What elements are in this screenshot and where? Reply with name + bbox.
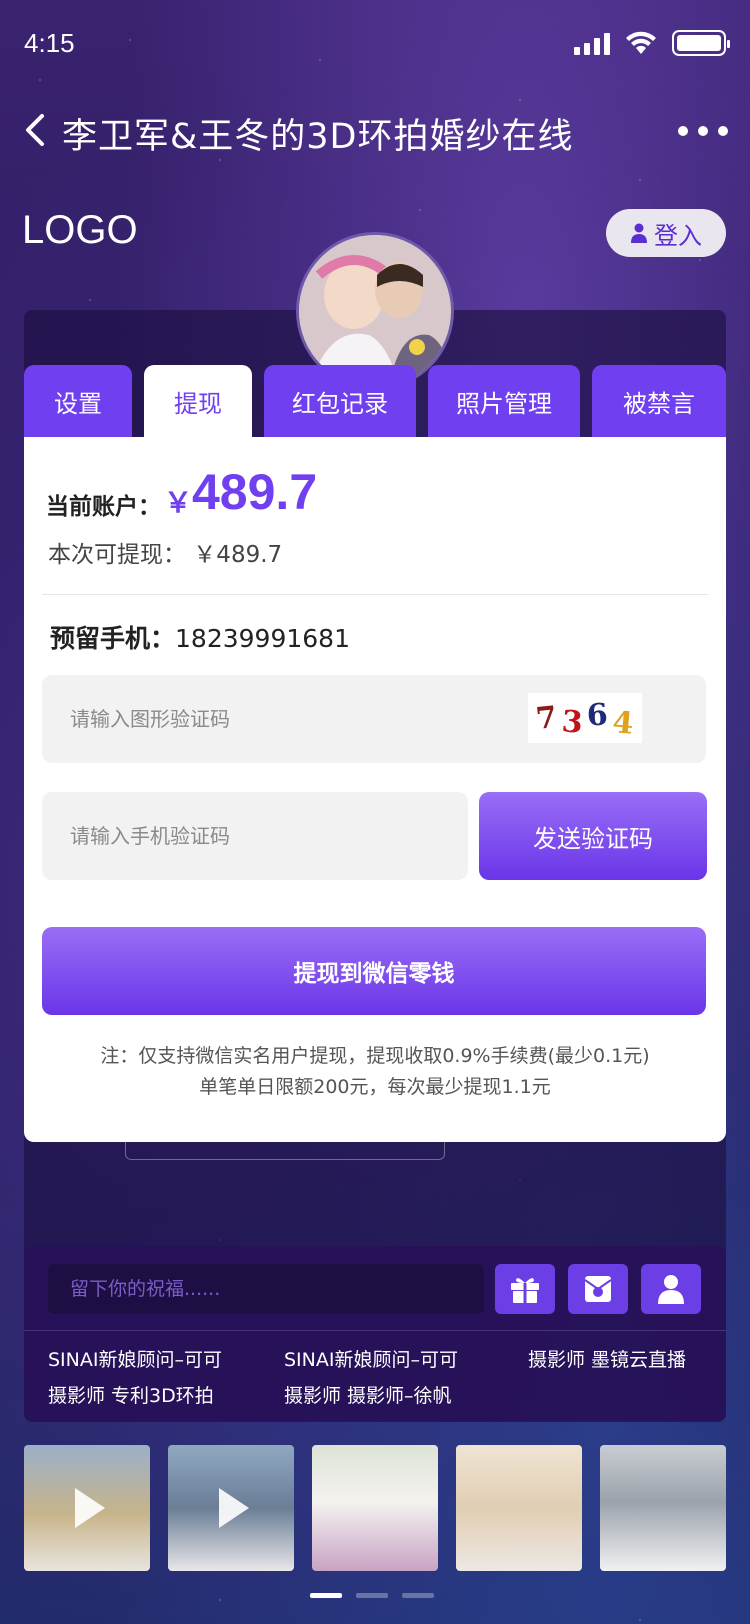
gift-button[interactable] <box>495 1264 555 1314</box>
photo-thumbnail[interactable] <box>600 1445 726 1571</box>
wish-input[interactable] <box>48 1264 484 1314</box>
more-options-icon[interactable] <box>678 126 728 136</box>
comment-area: SINAI新娘顾问–可可 SINAI新娘顾问–可可 摄影师 墨镜云直播 摄影师 … <box>24 1246 726 1421</box>
send-code-button[interactable]: 发送验证码 <box>479 792 707 880</box>
tab-bar: 设置 提现 红包记录 照片管理 被禁言 <box>24 365 726 437</box>
gift-icon <box>511 1278 539 1303</box>
login-button[interactable]: 登入 <box>606 209 726 257</box>
wifi-icon <box>626 31 656 54</box>
photo-strip <box>24 1445 726 1571</box>
withdraw-to-wechat-button[interactable]: 提现到微信零钱 <box>42 927 706 1015</box>
captcha-digit: 7 <box>534 699 559 737</box>
limit-note: 单笔单日限额200元，每次最少提现1.1元 <box>199 1076 551 1098</box>
phone-label: 预留手机： <box>50 624 176 653</box>
comment-item: 摄影师 专利3D环拍 <box>48 1385 214 1407</box>
captcha-image[interactable]: 7 3 6 4 <box>528 693 642 743</box>
pager-dot[interactable] <box>310 1593 342 1598</box>
logo: LOGO <box>22 208 138 252</box>
battery-icon <box>672 30 730 56</box>
user-icon <box>658 1275 684 1304</box>
pager-dot[interactable] <box>356 1593 388 1598</box>
cellular-signal-icon <box>574 31 610 55</box>
tab-muted[interactable]: 被禁言 <box>592 365 726 437</box>
available-amount: 本次可提现： ￥489.7 <box>48 542 283 568</box>
navigation-bar: 李卫军&王冬的3D环拍婚纱在线 <box>0 96 750 166</box>
status-icons <box>574 30 730 56</box>
divider <box>42 594 708 595</box>
account-balance: 489.7 <box>192 464 318 520</box>
play-icon <box>219 1488 249 1528</box>
video-thumbnail[interactable] <box>24 1445 150 1571</box>
red-envelope-icon <box>584 1276 612 1302</box>
withdraw-panel: 当前账户： ￥ 489.7 本次可提现： ￥489.7 预留手机：1823999… <box>24 437 726 1142</box>
red-envelope-button[interactable] <box>568 1264 628 1314</box>
captcha-digit: 3 <box>560 703 584 741</box>
back-arrow-icon[interactable] <box>18 110 54 150</box>
phone-number: 18239991681 <box>175 624 350 653</box>
comment-divider <box>24 1330 726 1331</box>
photo-thumbnail[interactable] <box>312 1445 438 1571</box>
page-title: 李卫军&王冬的3D环拍婚纱在线 <box>62 117 574 157</box>
reserved-phone: 预留手机：18239991681 <box>50 619 350 655</box>
currency-symbol: ￥ <box>164 486 193 519</box>
carousel-pager <box>310 1593 434 1598</box>
play-icon <box>75 1488 105 1528</box>
tab-photo-management[interactable]: 照片管理 <box>428 365 580 437</box>
tab-settings[interactable]: 设置 <box>24 365 132 437</box>
profile-button[interactable] <box>641 1264 701 1314</box>
captcha-digit: 4 <box>610 704 635 742</box>
login-label: 登入 <box>654 221 702 250</box>
pager-dot[interactable] <box>402 1593 434 1598</box>
tab-red-packet-records[interactable]: 红包记录 <box>264 365 416 437</box>
user-icon <box>631 223 647 243</box>
status-bar: 4:15 <box>0 0 750 90</box>
comment-item: 摄影师 墨镜云直播 <box>528 1349 687 1371</box>
sms-code-input[interactable] <box>42 792 468 880</box>
comment-item: SINAI新娘顾问–可可 <box>48 1349 222 1371</box>
photo-thumbnail[interactable] <box>456 1445 582 1571</box>
fee-note: 注：仅支持微信实名用户提现，提现收取0.9%手续费(最少0.1元) <box>100 1045 650 1067</box>
account-label: 当前账户： <box>46 494 161 520</box>
comment-item: SINAI新娘顾问–可可 <box>284 1349 458 1371</box>
video-thumbnail[interactable] <box>168 1445 294 1571</box>
captcha-digit: 6 <box>586 696 609 734</box>
tab-withdraw[interactable]: 提现 <box>144 365 252 437</box>
status-time: 4:15 <box>24 28 75 58</box>
comment-item: 摄影师 摄影师–徐帆 <box>284 1385 452 1407</box>
